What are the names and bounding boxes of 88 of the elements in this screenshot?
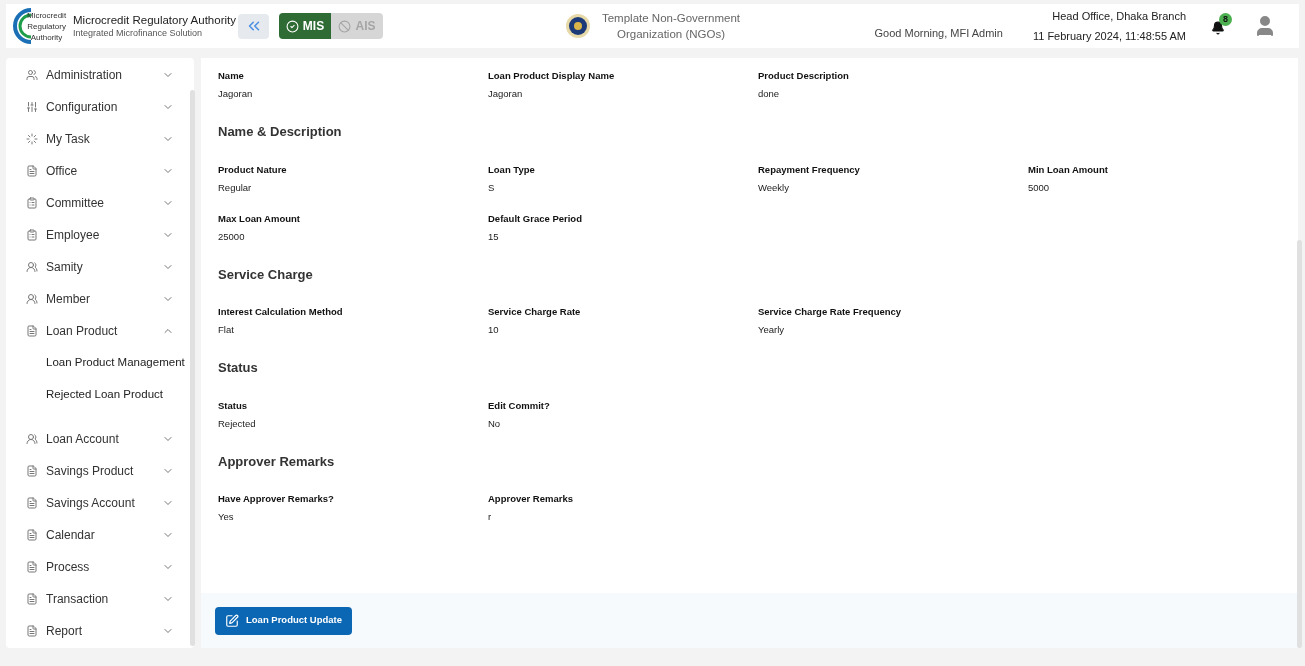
people-icon bbox=[26, 293, 38, 305]
field-label: Interest Calculation Method bbox=[218, 305, 344, 319]
sidebar-item[interactable]: Committee bbox=[6, 187, 194, 219]
field-value: 25000 bbox=[218, 230, 246, 243]
app-subtitle: Integrated Microfinance Solution bbox=[73, 27, 204, 39]
field-label: Loan Product Display Name bbox=[488, 69, 616, 83]
field-label: Repayment Frequency bbox=[758, 162, 861, 177]
field-value: 10 bbox=[488, 324, 500, 336]
field-value: Regular bbox=[218, 181, 253, 194]
mode-tab[interactable]: MIS bbox=[279, 13, 331, 39]
notification-count: 8 bbox=[1219, 13, 1232, 26]
document-icon bbox=[26, 497, 38, 509]
document-icon bbox=[26, 529, 38, 541]
field-value: Flat bbox=[218, 324, 235, 336]
section-title: Service Charge bbox=[218, 265, 314, 284]
field-value: S bbox=[488, 181, 496, 194]
field-value: 15 bbox=[488, 230, 500, 243]
users-icon bbox=[26, 69, 38, 81]
logo-text: Regulatory bbox=[27, 21, 66, 32]
document-icon bbox=[26, 561, 38, 573]
sidebar-item[interactable]: Savings Product bbox=[6, 455, 194, 487]
field-value: Jagoran bbox=[218, 88, 254, 100]
field-value: r bbox=[488, 511, 493, 523]
field-value: Weekly bbox=[758, 181, 790, 194]
submenu-item[interactable]: Loan Product Management bbox=[46, 354, 185, 372]
sidebar-item[interactable]: Loan Product bbox=[6, 315, 194, 347]
field-label: Product Description bbox=[758, 69, 850, 83]
people-icon bbox=[26, 433, 38, 445]
section-title: Status bbox=[218, 359, 259, 377]
clipboard-icon bbox=[26, 197, 38, 209]
notification-bell-icon[interactable] bbox=[1211, 21, 1225, 35]
sidebar-item[interactable]: My Task bbox=[6, 123, 194, 155]
document-icon bbox=[26, 625, 38, 637]
section-title: Name & Description bbox=[218, 123, 343, 141]
field-label: Status bbox=[218, 398, 249, 413]
field-label: Max Loan Amount bbox=[218, 211, 301, 226]
field-label: Service Charge Rate Frequency bbox=[758, 305, 903, 319]
check-circle-icon bbox=[285, 19, 299, 33]
edit-icon bbox=[225, 613, 239, 628]
sidebar-item[interactable]: Samity bbox=[6, 251, 194, 283]
document-icon bbox=[26, 593, 38, 605]
sidebar-item[interactable]: Process bbox=[6, 551, 194, 583]
field-label: Min Loan Amount bbox=[1028, 162, 1109, 177]
field-label: Edit Commit? bbox=[488, 398, 551, 413]
field-value: No bbox=[488, 417, 502, 430]
field-label: Product Nature bbox=[218, 162, 288, 177]
clipboard-icon bbox=[26, 229, 38, 241]
field-value: Jagoran bbox=[488, 88, 524, 100]
sidebar-item[interactable]: Employee bbox=[6, 219, 194, 251]
document-icon bbox=[26, 465, 38, 477]
ban-icon bbox=[338, 19, 352, 33]
sidebar-item[interactable]: Report bbox=[6, 615, 194, 647]
field-value: done bbox=[758, 88, 781, 100]
logo-text: Authority bbox=[30, 32, 63, 43]
field-value: Yes bbox=[218, 511, 235, 523]
section-title: Approver Remarks bbox=[218, 452, 336, 471]
collapse-sidebar-button[interactable] bbox=[238, 13, 269, 39]
field-label: Service Charge Rate bbox=[488, 305, 582, 319]
sidebar-item[interactable]: Administration bbox=[6, 59, 194, 91]
greeting-text: Good Morning, MFI Admin bbox=[874, 25, 1003, 41]
document-icon bbox=[26, 325, 38, 337]
sidebar-item[interactable]: Office bbox=[6, 155, 194, 187]
field-value: 5000 bbox=[1028, 181, 1051, 194]
branch-name: Head Office, Dhaka Branch bbox=[1052, 8, 1186, 24]
sidebar-item[interactable]: Savings Account bbox=[6, 487, 194, 519]
field-label: Approver Remarks bbox=[488, 492, 574, 506]
organization-name: Template Non-Government Organization (NGOs) bbox=[601, 11, 741, 42]
field-label: Loan Type bbox=[488, 162, 536, 177]
sidebar-item[interactable]: Loan Account bbox=[6, 423, 194, 455]
people-icon bbox=[26, 261, 38, 273]
field-label: Have Approver Remarks? bbox=[218, 492, 335, 506]
sidebar-item[interactable]: Transaction bbox=[6, 583, 194, 615]
seal-logo-icon bbox=[565, 13, 591, 39]
field-value: Yearly bbox=[758, 324, 786, 336]
logo-text: Microcredit bbox=[27, 10, 67, 21]
date-time: 11 February 2024, 11:48:55 AM bbox=[1032, 29, 1186, 44]
submenu-item[interactable]: Rejected Loan Product bbox=[46, 386, 163, 404]
field-label: Default Grace Period bbox=[488, 211, 583, 226]
app-title: Microcredit Regulatory Authority bbox=[73, 13, 236, 28]
update-button[interactable]: Loan Product Update bbox=[215, 606, 353, 635]
sidebar-item[interactable]: Configuration bbox=[6, 91, 194, 123]
loader-icon bbox=[26, 133, 38, 145]
field-value: Rejected bbox=[218, 417, 257, 430]
sliders-icon bbox=[26, 101, 38, 113]
sidebar-item[interactable]: Calendar bbox=[6, 519, 194, 551]
sidebar-item[interactable]: Member bbox=[6, 283, 194, 315]
document-icon bbox=[26, 165, 38, 177]
field-label: Name bbox=[218, 69, 245, 83]
